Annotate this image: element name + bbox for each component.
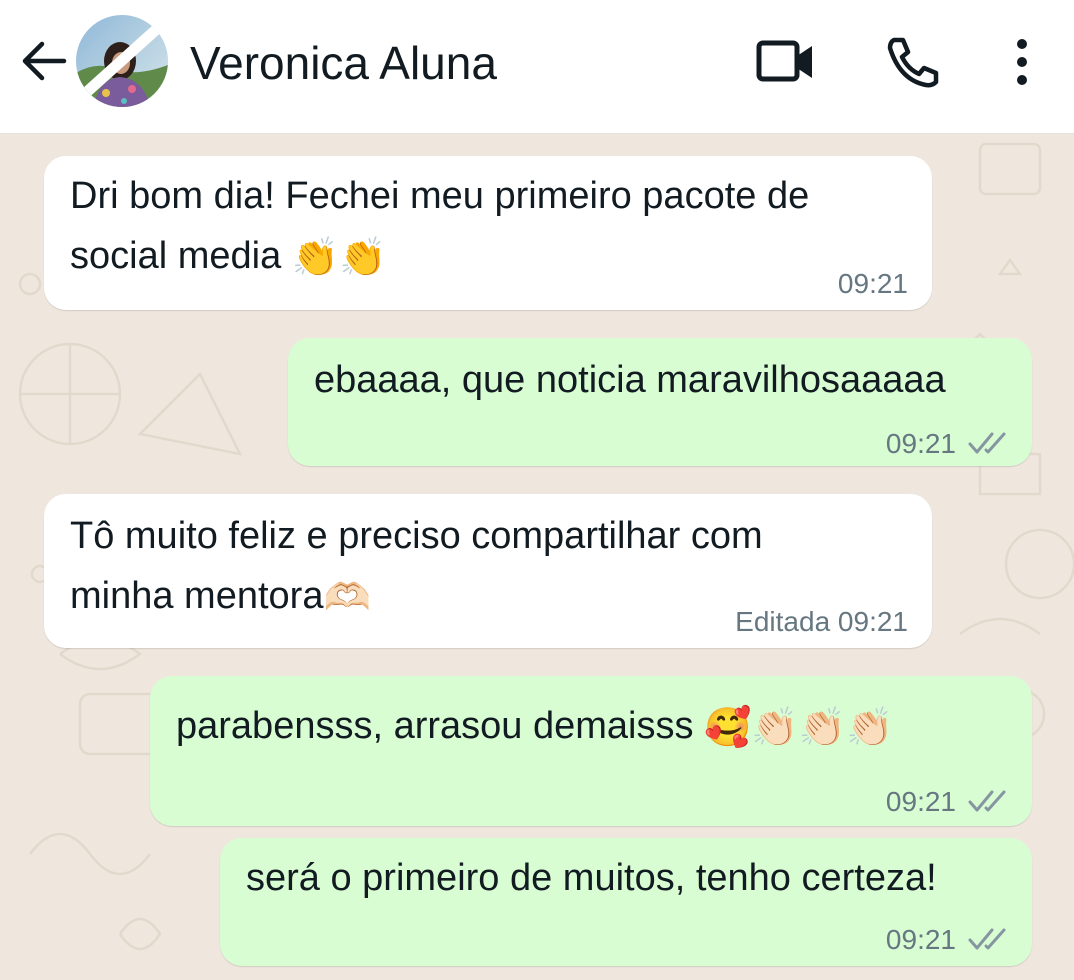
double-check-icon — [968, 432, 1006, 454]
message-text: parabensss, arrasou demaisss 🥰👏🏻👏🏻👏🏻 — [176, 696, 893, 758]
clapping-hands-emoji: 👏👏 — [291, 236, 387, 279]
message-text-line: Dri bom dia! Fechei meu primeiro pacote … — [70, 175, 810, 217]
message-text-segment: social media — [70, 235, 282, 277]
heart-hands-emoji: 🫶🏻 — [323, 576, 371, 619]
message-time: 09:21 — [837, 268, 908, 299]
chat-area[interactable]: Dri bom dia! Fechei meu primeiro pacote … — [0, 134, 1074, 980]
message-text-segment: minha mentora — [70, 575, 324, 617]
message-text-line: minha mentora🫶🏻 — [70, 566, 763, 628]
message-bubble-outgoing[interactable]: ebaaaa, que noticia maravilhosaaaaa 09:2… — [288, 338, 1032, 466]
message-bubble-outgoing[interactable]: parabensss, arrasou demaisss 🥰👏🏻👏🏻👏🏻 09:… — [150, 676, 1032, 826]
contact-name[interactable]: Veronica Aluna — [190, 36, 535, 90]
contact-avatar[interactable] — [76, 15, 168, 107]
message-time: 09:21 — [837, 606, 908, 637]
message-text-line: social media 👏👏 — [70, 226, 809, 288]
message-meta: Editada 09:21 — [735, 606, 908, 638]
video-call-button[interactable] — [754, 34, 818, 90]
message-text-line: Tô muito feliz e preciso compartilhar co… — [70, 515, 763, 557]
message-text: Tô muito feliz e preciso compartilhar co… — [70, 506, 763, 628]
message-text-segment: parabensss, arrasou demaisss — [176, 705, 694, 747]
arrow-left-icon — [22, 41, 67, 81]
edited-label: Editada — [735, 606, 831, 637]
video-camera-icon — [756, 40, 812, 82]
message-bubble-incoming[interactable]: Dri bom dia! Fechei meu primeiro pacote … — [44, 156, 932, 310]
phone-icon — [887, 37, 939, 88]
more-vert-icon — [1017, 39, 1027, 85]
back-button[interactable] — [18, 38, 68, 84]
chat-header: Veronica Aluna — [0, 0, 1074, 134]
message-text: será o primeiro de muitos, tenho certeza… — [246, 857, 937, 899]
smiling-hearts-clapping-emoji: 🥰👏🏻👏🏻👏🏻 — [704, 706, 894, 749]
double-check-icon — [968, 928, 1006, 950]
more-options-button[interactable] — [1002, 34, 1042, 90]
double-check-icon — [968, 790, 1006, 812]
message-time: 09:21 — [885, 786, 956, 817]
avatar-photo — [76, 15, 168, 107]
message-text: ebaaaa, que noticia maravilhosaaaaa — [314, 359, 946, 401]
message-time: 09:21 — [885, 428, 956, 459]
message-time: 09:21 — [885, 924, 956, 955]
message-text: Dri bom dia! Fechei meu primeiro pacote … — [70, 166, 809, 288]
message-bubble-incoming[interactable]: Tô muito feliz e preciso compartilhar co… — [44, 494, 932, 648]
message-bubble-outgoing[interactable]: será o primeiro de muitos, tenho certeza… — [220, 838, 1032, 966]
voice-call-button[interactable] — [882, 34, 942, 90]
